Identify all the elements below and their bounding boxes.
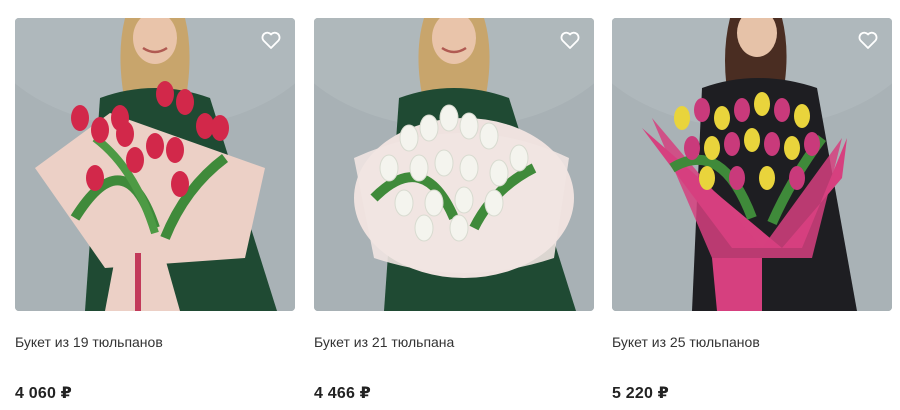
product-image[interactable] <box>15 18 295 311</box>
product-title[interactable]: Букет из 19 тюльпанов <box>15 333 295 351</box>
favorite-heart-icon[interactable] <box>856 28 880 52</box>
product-image[interactable] <box>314 18 594 311</box>
product-card[interactable]: Букет из 25 тюльпанов 5 220 ₽ <box>612 18 892 403</box>
product-price: 4 466 ₽ <box>314 385 372 402</box>
product-grid: Букет из 19 тюльпанов 4 060 ₽ Букет из 2… <box>0 0 900 410</box>
product-card[interactable]: Букет из 19 тюльпанов 4 060 ₽ <box>15 18 295 403</box>
product-title[interactable]: Букет из 21 тюльпана <box>314 333 594 351</box>
product-image[interactable] <box>612 18 892 311</box>
product-price: 4 060 ₽ <box>15 385 73 402</box>
product-price: 5 220 ₽ <box>612 385 670 402</box>
product-card[interactable]: Букет из 21 тюльпана 4 466 ₽ <box>314 18 594 403</box>
favorite-heart-icon[interactable] <box>259 28 283 52</box>
favorite-heart-icon[interactable] <box>558 28 582 52</box>
product-title[interactable]: Букет из 25 тюльпанов <box>612 333 892 351</box>
